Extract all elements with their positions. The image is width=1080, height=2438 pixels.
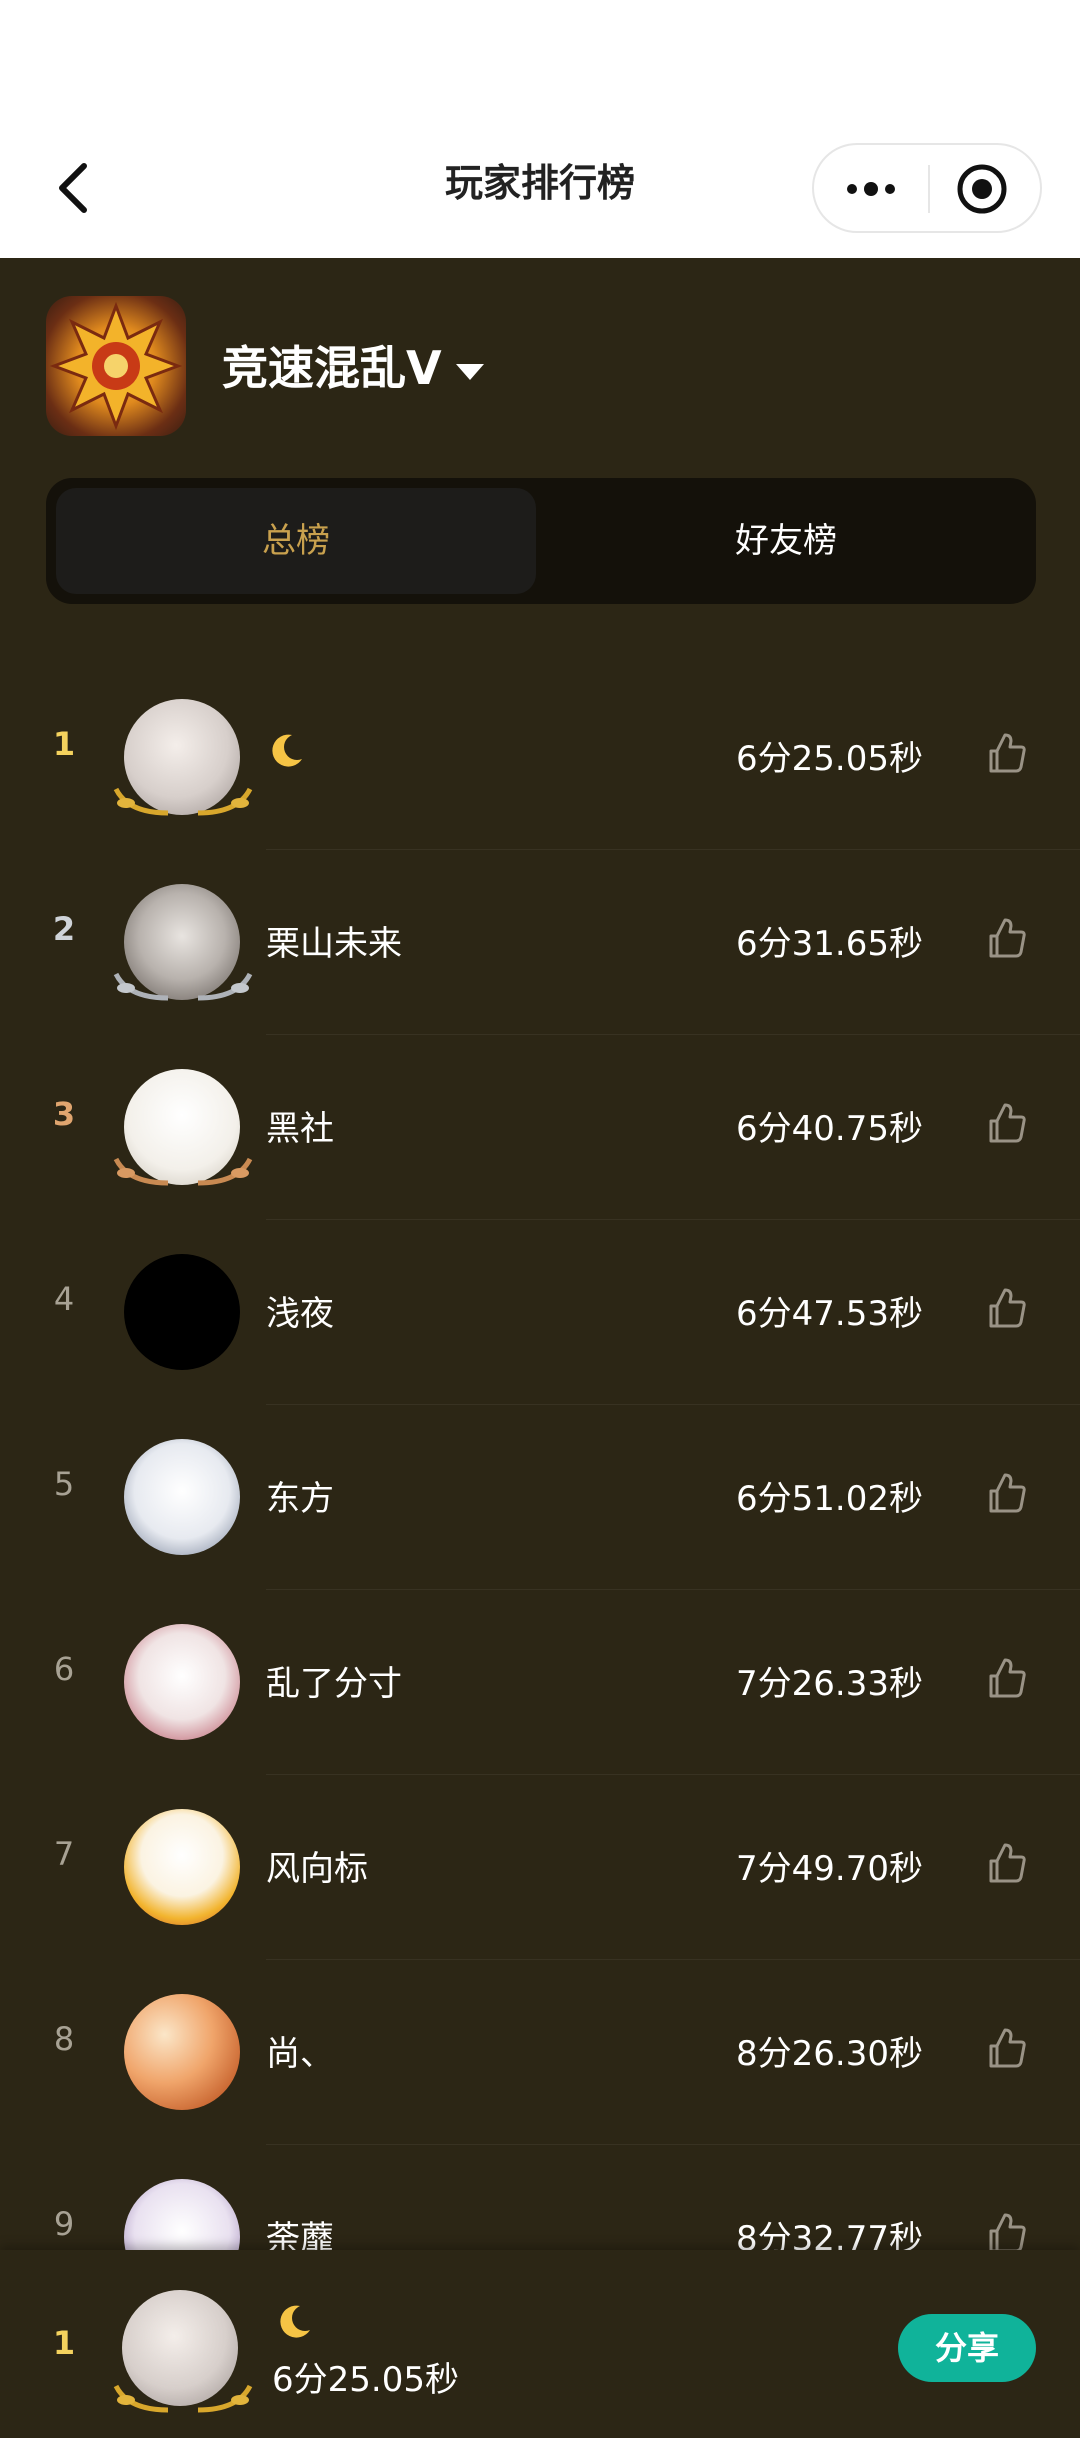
- thumbs-up-icon: [989, 1473, 1026, 1513]
- like-button[interactable]: [985, 731, 1029, 775]
- game-name-text: 竞速混乱V: [222, 341, 442, 395]
- like-button[interactable]: [985, 2026, 1029, 2070]
- more-dots-icon: [847, 182, 895, 196]
- like-button[interactable]: [985, 2211, 1029, 2255]
- caret-down-icon: [455, 363, 484, 380]
- leaderboard-row[interactable]: 3 黑社 6分40.75秒: [0, 1035, 1080, 1220]
- moon-icon: [274, 2302, 314, 2342]
- thumbs-up-icon: [989, 918, 1026, 958]
- rank-number: 3: [52, 1095, 76, 1133]
- my-rank-bar: 1 6分25.05秒 分享: [0, 2250, 1080, 2438]
- more-button[interactable]: [840, 165, 902, 213]
- game-selector[interactable]: 竞速混乱V: [46, 296, 484, 436]
- avatar[interactable]: [124, 1809, 240, 1925]
- thumbs-up-icon: [989, 733, 1026, 773]
- rank-number: 9: [53, 2205, 75, 2243]
- player-score: 6分47.53秒: [736, 1294, 923, 1334]
- share-button[interactable]: 分享: [898, 2314, 1036, 2382]
- leaderboard-row[interactable]: 5 东方 6分51.02秒: [0, 1405, 1080, 1590]
- thumbs-up-icon: [989, 1288, 1026, 1328]
- avatar[interactable]: [124, 1254, 240, 1370]
- silver-laurel-icon: [113, 972, 253, 1001]
- player-score: 7分49.70秒: [736, 1849, 923, 1889]
- thumbs-up-icon: [989, 2028, 1026, 2068]
- player-name: [266, 731, 306, 780]
- player-score: 8分26.30秒: [736, 2034, 923, 2074]
- miniprogram-capsule: [812, 143, 1042, 233]
- rank-number: 7: [53, 1835, 75, 1873]
- avatar[interactable]: [124, 1994, 240, 2110]
- leaderboard-row[interactable]: 1 6分25.05秒: [0, 665, 1080, 850]
- my-rank-number: 1: [52, 2324, 76, 2362]
- rank-number: 4: [53, 1280, 75, 1318]
- player-name: 尚、: [266, 2034, 334, 2074]
- game-name: 竞速混乱V: [222, 332, 484, 398]
- player-name: 乱了分寸: [266, 1664, 402, 1704]
- close-miniprogram-button[interactable]: [954, 161, 1010, 217]
- thumbs-up-icon: [989, 2213, 1026, 2253]
- thumbs-up-icon: [989, 1843, 1026, 1883]
- player-score: 6分25.05秒: [736, 739, 923, 779]
- leaderboard-row[interactable]: 6 乱了分寸 7分26.33秒: [0, 1590, 1080, 1775]
- player-name: 黑社: [266, 1109, 334, 1149]
- like-button[interactable]: [985, 1841, 1029, 1885]
- like-button[interactable]: [985, 1101, 1029, 1145]
- gold-laurel-icon: [113, 787, 253, 816]
- player-score: 7分26.33秒: [736, 1664, 923, 1704]
- player-name: 风向标: [266, 1849, 368, 1889]
- like-button[interactable]: [985, 1471, 1029, 1515]
- rank-number: 1: [52, 725, 76, 763]
- like-button[interactable]: [985, 916, 1029, 960]
- tab-overall[interactable]: 总榜: [56, 488, 536, 594]
- tab-friends[interactable]: 好友榜: [546, 488, 1026, 594]
- moon-icon: [272, 734, 302, 767]
- player-score: 6分40.75秒: [736, 1109, 923, 1149]
- thumbs-up-icon: [989, 1103, 1026, 1143]
- game-icon: [46, 296, 186, 436]
- player-name: 栗山未来: [266, 924, 402, 964]
- like-button[interactable]: [985, 1656, 1029, 1700]
- capsule-divider: [928, 165, 930, 213]
- avatar[interactable]: [124, 1439, 240, 1555]
- navigation-bar: 玩家排行榜: [0, 0, 1080, 258]
- avatar[interactable]: [124, 1624, 240, 1740]
- player-name: 东方: [266, 1479, 334, 1519]
- bronze-laurel-icon: [113, 1157, 253, 1186]
- leaderboard-row[interactable]: 8 尚、 8分26.30秒: [0, 1960, 1080, 2145]
- rank-number: 6: [53, 1650, 75, 1688]
- rank-number: 2: [52, 910, 76, 948]
- rank-number: 8: [53, 2020, 75, 2058]
- target-icon: [957, 164, 1007, 214]
- like-button[interactable]: [985, 1286, 1029, 1330]
- player-name: 浅夜: [266, 1294, 334, 1334]
- leaderboard-row[interactable]: 2 栗山未来 6分31.65秒: [0, 850, 1080, 1035]
- ranking-tabs: 总榜 好友榜: [46, 478, 1036, 604]
- player-score: 6分31.65秒: [736, 924, 923, 964]
- my-score: 6分25.05秒: [272, 2360, 459, 2400]
- gold-laurel-icon: [113, 2384, 253, 2413]
- burst-icon: [49, 301, 183, 431]
- leaderboard-row[interactable]: 7 风向标 7分49.70秒: [0, 1775, 1080, 1960]
- rank-number: 5: [53, 1465, 75, 1503]
- thumbs-up-icon: [989, 1658, 1026, 1698]
- leaderboard-row[interactable]: 4 浅夜 6分47.53秒: [0, 1220, 1080, 1405]
- player-score: 6分51.02秒: [736, 1479, 923, 1519]
